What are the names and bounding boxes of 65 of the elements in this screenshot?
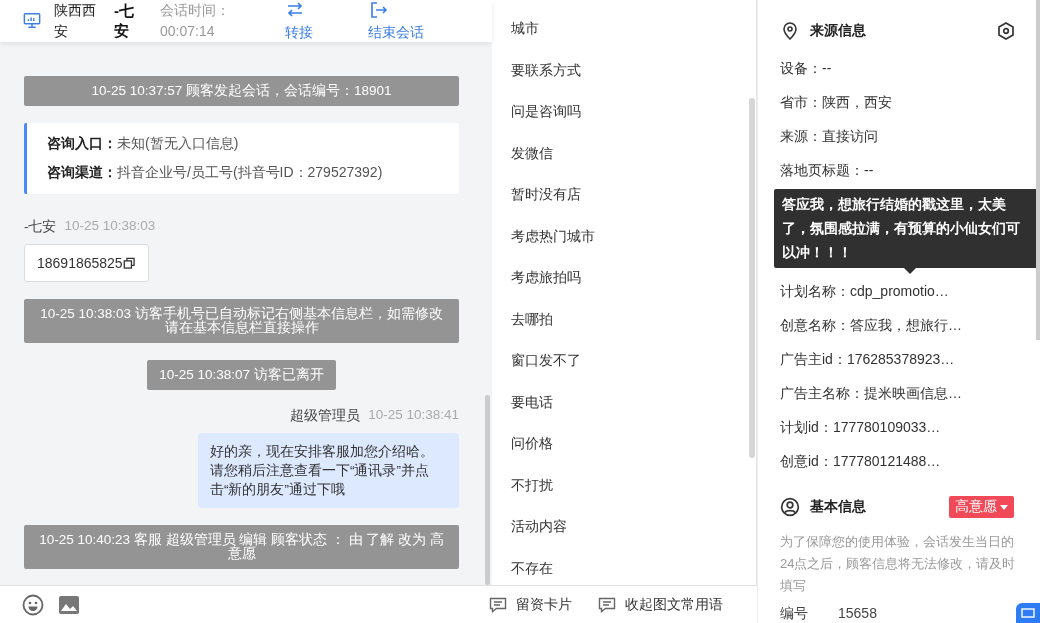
phrase-item[interactable]: 问是咨询吗 bbox=[511, 103, 581, 145]
lead-card-button[interactable]: 留资卡片 bbox=[489, 595, 572, 614]
copy-icon[interactable] bbox=[122, 256, 136, 270]
phrase-item[interactable]: 不打扰 bbox=[511, 476, 553, 518]
phrase-item[interactable]: 不存在 bbox=[511, 559, 553, 585]
system-message: 10-25 10:38:03 访客手机号已自动标记右侧基本信息栏，如需修改请在基本信息栏直接操作 bbox=[24, 299, 459, 343]
message-time: 10-25 10:38:41 bbox=[368, 407, 459, 424]
system-message: 10-25 10:40:23 客服 超级管理员 编辑 顾客状态 ： 由 了解 改为 高意愿 bbox=[24, 525, 459, 569]
field-label: 编号 bbox=[780, 605, 809, 623]
phrase-item[interactable]: 活动内容 bbox=[511, 518, 567, 560]
caret-icon bbox=[1000, 504, 1008, 510]
sender-name: 超级管理员 bbox=[290, 407, 361, 425]
phrase-item[interactable]: 发微信 bbox=[511, 144, 553, 186]
end-session-button[interactable]: 结束会话 bbox=[368, 0, 424, 42]
phrase-item[interactable]: 考虑热门城市 bbox=[511, 227, 595, 269]
source-info-row-text: 省市：陕西，西安 bbox=[780, 93, 893, 112]
settings-icon[interactable] bbox=[996, 21, 1016, 41]
notice-text: 为了保障您的使用体验，会话发生当日的24点之后，顾客信息将无法修改，请及时填写 bbox=[780, 533, 1016, 595]
phrase-item[interactable]: 要联系方式 bbox=[511, 61, 581, 103]
phrase-item[interactable]: 暂时没有店 bbox=[511, 186, 581, 228]
source-info-row-text: 设备：-- bbox=[780, 59, 833, 78]
user-circle-icon bbox=[780, 497, 800, 517]
window-icon bbox=[1021, 608, 1035, 618]
collapse-phrases-button[interactable]: 收起图文常用语 bbox=[598, 595, 723, 614]
tooltip-arrow bbox=[904, 268, 916, 274]
transfer-button[interactable]: 转接 bbox=[285, 0, 313, 42]
source-info-row-text: 计划名称：cdp_promotio… bbox=[780, 282, 950, 301]
phrase-item[interactable]: 问价格 bbox=[511, 435, 553, 477]
emoji-icon[interactable] bbox=[22, 593, 44, 616]
system-message: 10-25 10:38:07 访客已离开 bbox=[147, 360, 336, 390]
exit-icon bbox=[368, 0, 388, 20]
intent-dropdown[interactable]: 高意愿 bbox=[949, 496, 1014, 518]
monitor-icon bbox=[22, 12, 42, 30]
source-info-row-text: 来源：直接访问 bbox=[780, 127, 879, 146]
phrase-item[interactable]: 窗口发不了 bbox=[511, 352, 581, 394]
source-info-row-text: 创意id：177780121488… bbox=[780, 452, 942, 471]
source-info-row-text: 落地页标题：-- bbox=[780, 161, 875, 180]
phrase-item[interactable]: 考虑旅拍吗 bbox=[511, 269, 581, 311]
phrase-item[interactable]: 城市 bbox=[511, 20, 539, 62]
sender-name: -七安 bbox=[24, 218, 57, 236]
comment-icon bbox=[598, 596, 616, 613]
section-title: 来源信息 bbox=[810, 22, 867, 40]
system-message: 10-25 10:37:57 顾客发起会话，会话编号：18901 bbox=[24, 76, 459, 106]
info-row-text: 咨询渠道：抖音企业号/员工号(抖音号ID：279527392) bbox=[47, 164, 384, 182]
field-value: 15658 bbox=[838, 605, 877, 623]
visitor-name: -七安 bbox=[114, 1, 135, 41]
source-info-row-text: 广告主id：176285378923… bbox=[780, 350, 956, 369]
scrollbar-thumb[interactable] bbox=[485, 395, 490, 585]
source-info-row-text: 广告主名称：提米映画信息… bbox=[780, 384, 963, 403]
scrollbar-thumb[interactable] bbox=[749, 98, 755, 458]
info-row-text: 咨询入口：未知(暂无入口信息) bbox=[47, 135, 240, 153]
message-time: 10-25 10:38:03 bbox=[64, 218, 156, 235]
image-icon[interactable] bbox=[58, 594, 80, 615]
phone-number: 18691865825 bbox=[37, 255, 123, 271]
location-pin-icon bbox=[780, 21, 800, 41]
comment-icon bbox=[489, 596, 507, 613]
session-time: 会话时间： 00:07:14 bbox=[160, 1, 231, 41]
source-info-row-text: 计划id：177780109033… bbox=[780, 418, 942, 437]
section-title: 基本信息 bbox=[810, 498, 867, 516]
phrase-item[interactable]: 去哪拍 bbox=[511, 310, 553, 352]
phrase-item[interactable]: 要电话 bbox=[511, 393, 553, 435]
scrollbar-thumb[interactable] bbox=[1036, 0, 1040, 340]
source-info-row-text: 创意名称：答应我，想旅行… bbox=[780, 316, 963, 335]
visitor-location: 陕西西安 bbox=[54, 1, 97, 41]
message-bubble: 好的亲，现在安排客服加您介绍哈。请您稍后注意查看一下“通讯录”并点击“新的朋友”通过下哦 bbox=[198, 433, 459, 508]
